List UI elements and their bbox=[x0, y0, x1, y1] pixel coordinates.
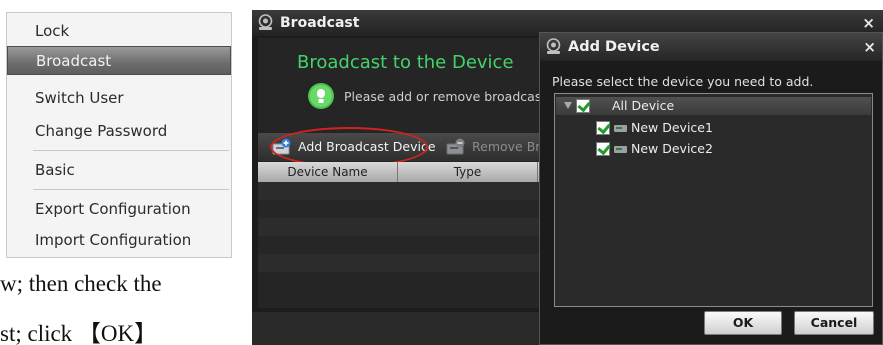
menu-item-lock[interactable]: Lock bbox=[7, 17, 231, 46]
hint-text: Please add or remove broadcast bbox=[344, 89, 547, 104]
app-logo-icon bbox=[258, 14, 273, 30]
menu-item-label: Switch User bbox=[35, 89, 124, 107]
device-icon bbox=[614, 146, 627, 153]
document-text-line: w; then check the bbox=[0, 271, 162, 296]
device-icon bbox=[614, 125, 627, 132]
menu-item-label: Import Configuration bbox=[35, 231, 192, 249]
column-header-device-name[interactable]: Device Name bbox=[258, 162, 398, 182]
menu-item-basic[interactable]: Basic bbox=[7, 156, 231, 185]
window-title: Broadcast bbox=[280, 15, 360, 31]
menu-divider bbox=[33, 150, 229, 151]
menu-item-switch-user[interactable]: Switch User bbox=[7, 84, 231, 113]
menu-divider bbox=[33, 189, 229, 190]
document-text-line: st; click 【OK】 bbox=[0, 321, 158, 345]
menu-item-label: Export Configuration bbox=[35, 200, 191, 218]
menu-item-export-configuration[interactable]: Export Configuration bbox=[7, 195, 231, 224]
dialog-titlebar[interactable]: Add Device × bbox=[540, 33, 882, 61]
menu-item-import-configuration[interactable]: Import Configuration bbox=[7, 226, 231, 255]
info-bulb-icon bbox=[308, 83, 334, 109]
checkbox-checked-icon[interactable] bbox=[576, 99, 590, 113]
menu-item-broadcast[interactable]: Broadcast bbox=[7, 46, 231, 75]
tree-node-label: New Device1 bbox=[631, 120, 713, 135]
checkbox-checked-icon[interactable] bbox=[596, 121, 610, 135]
menu-item-change-password[interactable]: Change Password bbox=[7, 117, 231, 146]
remove-device-icon bbox=[446, 138, 465, 155]
app-logo-icon bbox=[546, 38, 561, 54]
menu-item-label: Change Password bbox=[35, 122, 168, 140]
tree-node-device[interactable]: New Device1 bbox=[555, 119, 855, 137]
tree-node-label: New Device2 bbox=[631, 141, 713, 156]
tree-node-device[interactable]: New Device2 bbox=[555, 140, 855, 158]
menu-item-label: Basic bbox=[35, 161, 75, 179]
dialog-prompt: Please select the device you need to add… bbox=[552, 74, 814, 89]
collapse-triangle-icon[interactable] bbox=[564, 102, 572, 109]
highlight-circle bbox=[270, 127, 428, 167]
menu-item-label: Broadcast bbox=[36, 52, 112, 70]
dialog-title: Add Device bbox=[568, 39, 660, 55]
page-title: Broadcast to the Device bbox=[297, 52, 514, 73]
context-menu: Lock Broadcast Switch User Change Passwo… bbox=[6, 12, 232, 258]
tree-node-all-device[interactable]: All Device bbox=[556, 97, 871, 115]
checkbox-checked-icon[interactable] bbox=[596, 142, 610, 156]
device-tree: All Device New Device1 New Device2 bbox=[554, 93, 873, 307]
column-header-type[interactable]: Type bbox=[398, 162, 538, 182]
tree-node-label: All Device bbox=[612, 98, 675, 113]
menu-item-label: Lock bbox=[35, 22, 70, 40]
cancel-button[interactable]: Cancel bbox=[794, 311, 874, 335]
ok-button[interactable]: OK bbox=[704, 311, 782, 335]
add-device-dialog: Add Device × Please select the device yo… bbox=[539, 32, 883, 345]
close-icon[interactable]: × bbox=[863, 33, 876, 61]
